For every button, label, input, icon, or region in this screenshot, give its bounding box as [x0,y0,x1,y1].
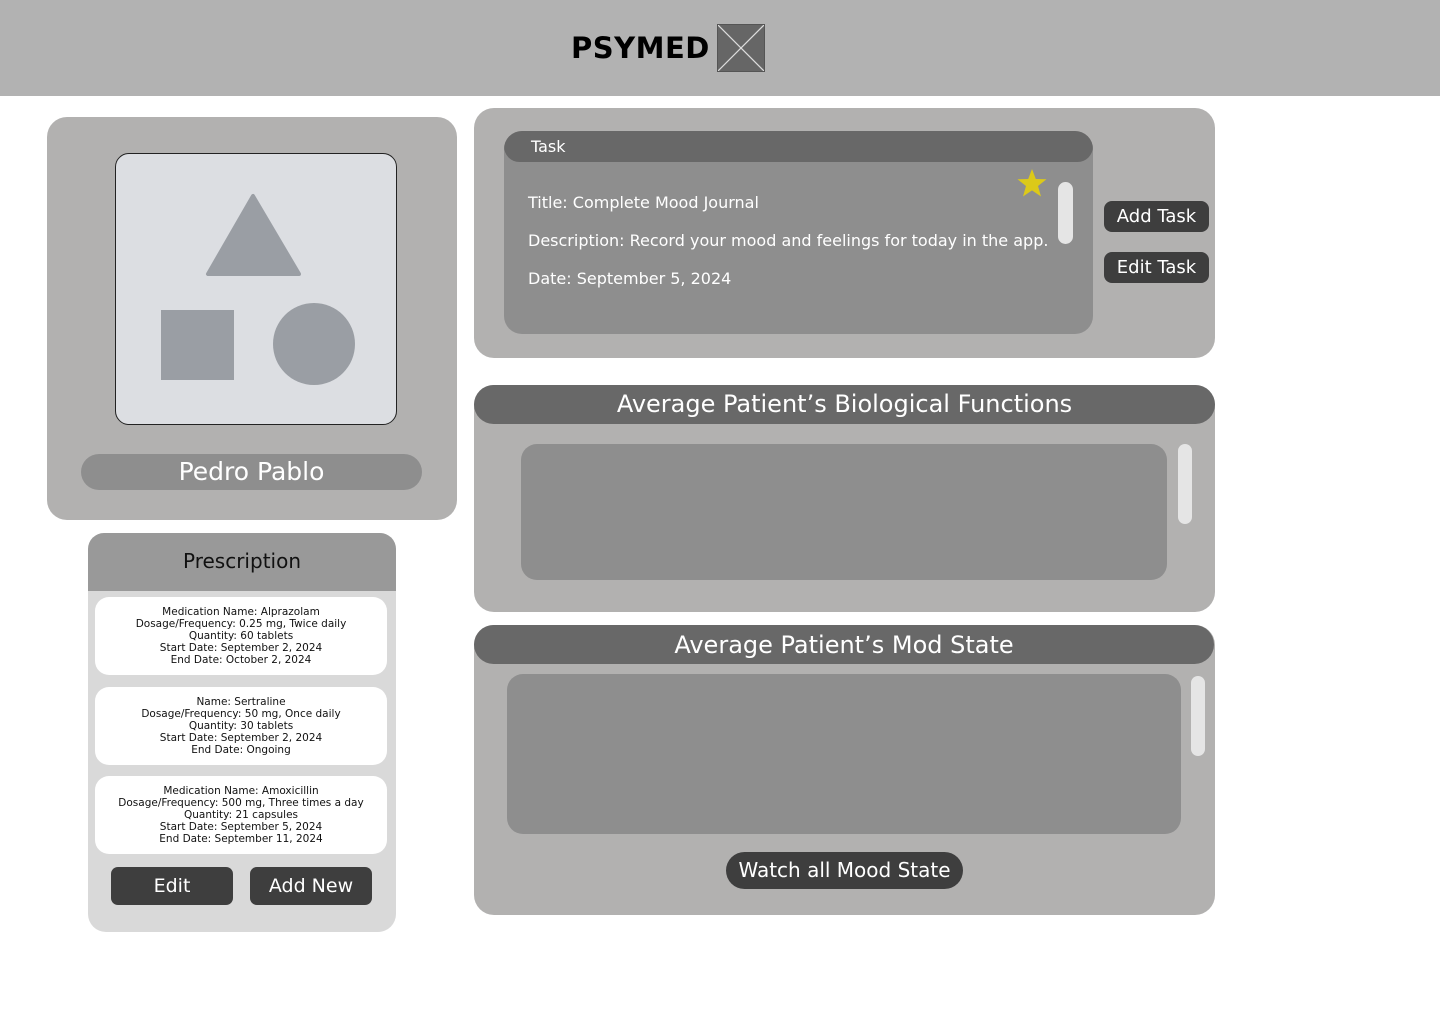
prescription-item[interactable]: Medication Name: Amoxicillin Dosage/Freq… [95,776,387,854]
biological-functions-title: Average Patient’s Biological Functions [474,385,1215,424]
task-card[interactable]: Task Title: Complete Mood Journal Descri… [504,131,1093,334]
medication-quantity: Quantity: 60 tablets [188,630,294,642]
top-header: PSYMED [0,0,1440,96]
task-header: Task [504,131,1093,162]
medication-name: Medication Name: Alprazolam [162,606,320,618]
shapes-placeholder-icon [161,194,355,385]
medication-name: Name: Sertraline [196,696,286,708]
image-placeholder-icon [717,24,765,72]
biological-functions-panel: Average Patient’s Biological Functions [474,385,1215,612]
medication-quantity: Quantity: 21 capsules [183,809,299,821]
avatar[interactable] [115,153,397,425]
medication-dosage: Dosage/Frequency: 500 mg, Three times a … [118,797,364,809]
mood-state-title: Average Patient’s Mod State [474,625,1214,664]
medication-dosage: Dosage/Frequency: 50 mg, Once daily [141,708,341,720]
mood-state-chart [507,674,1181,834]
task-panel: Task Title: Complete Mood Journal Descri… [474,108,1215,358]
task-scrollbar[interactable] [1058,182,1073,244]
prescription-item[interactable]: Name: Sertraline Dosage/Frequency: 50 mg… [95,687,387,765]
prescription-title: Prescription [88,533,396,591]
task-date: Date: September 5, 2024 [528,269,732,288]
edit-task-button[interactable]: Edit Task [1104,252,1209,283]
prescription-item[interactable]: Medication Name: Alprazolam Dosage/Frequ… [95,597,387,675]
medication-dosage: Dosage/Frequency: 0.25 mg, Twice daily [135,618,347,630]
prescription-list: Medication Name: Alprazolam Dosage/Frequ… [88,591,396,932]
medication-name: Medication Name: Amoxicillin [163,785,319,797]
edit-prescription-button[interactable]: Edit [111,867,233,905]
patient-name: Pedro Pablo [81,454,422,490]
add-prescription-button[interactable]: Add New [250,867,372,905]
biological-functions-scrollbar[interactable] [1178,444,1192,524]
biological-functions-chart [521,444,1167,580]
task-description: Description: Record your mood and feelin… [528,231,1049,250]
star-icon[interactable] [1016,168,1048,198]
medication-quantity: Quantity: 30 tablets [188,720,294,732]
medication-start-date: Start Date: September 2, 2024 [159,642,323,654]
medication-end-date: End Date: October 2, 2024 [170,654,312,666]
mood-state-panel: Average Patient’s Mod State Watch all Mo… [474,625,1215,915]
medication-start-date: Start Date: September 2, 2024 [159,732,323,744]
mood-state-scrollbar[interactable] [1191,676,1205,756]
profile-card: Pedro Pablo [47,117,457,520]
add-task-button[interactable]: Add Task [1104,201,1209,232]
medication-end-date: End Date: Ongoing [191,744,291,756]
task-title: Title: Complete Mood Journal [528,193,759,212]
brand-title: PSYMED [571,31,710,65]
watch-all-mood-state-button[interactable]: Watch all Mood State [726,852,963,889]
medication-start-date: Start Date: September 5, 2024 [159,821,323,833]
medication-end-date: End Date: September 11, 2024 [159,833,323,845]
